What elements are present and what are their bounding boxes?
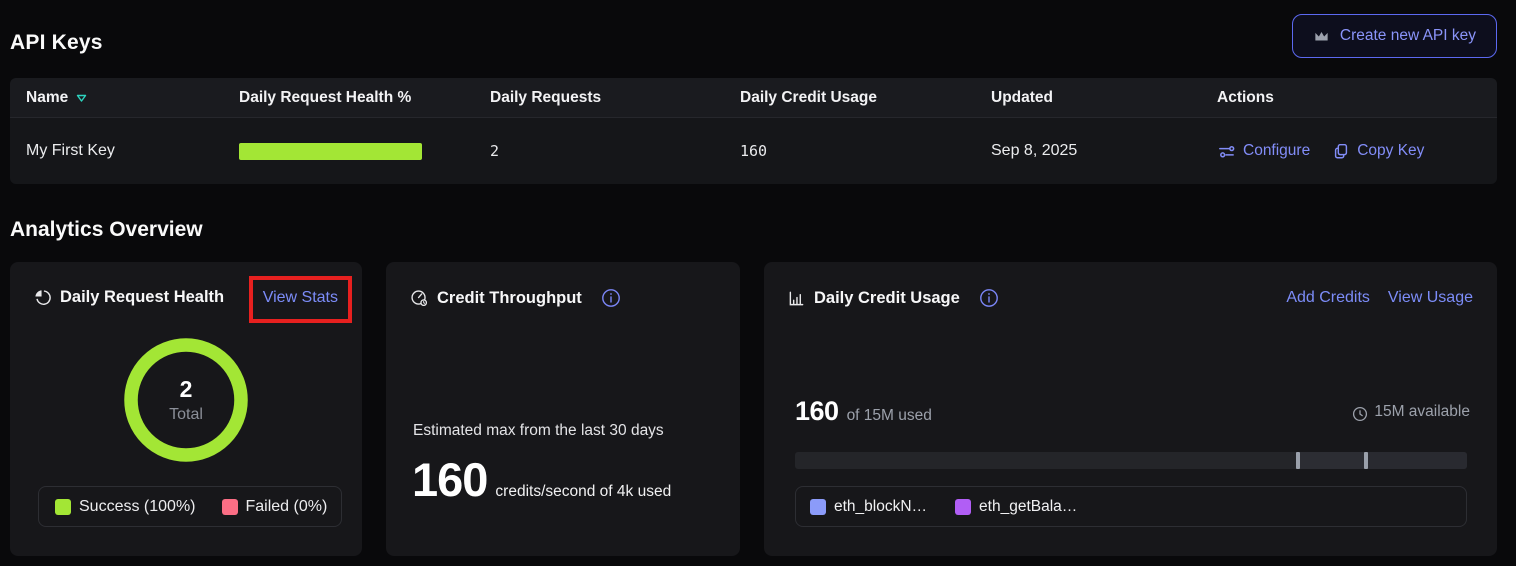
- usage-threshold-marker: [1364, 452, 1368, 469]
- copy-key-label: Copy Key: [1357, 142, 1424, 160]
- success-swatch: [55, 499, 71, 515]
- column-header-name-label: Name: [26, 89, 68, 107]
- crown-icon: [1313, 28, 1330, 45]
- column-header-daily-requests: Daily Requests: [490, 89, 740, 107]
- view-usage-link[interactable]: View Usage: [1388, 289, 1473, 307]
- table-header-row: Name Daily Request Health % Daily Reques…: [10, 78, 1497, 118]
- success-legend-label: Success (100%): [79, 498, 196, 516]
- configure-link[interactable]: Configure: [1217, 142, 1310, 161]
- failed-legend-label: Failed (0%): [246, 498, 328, 516]
- copy-key-link[interactable]: Copy Key: [1332, 142, 1424, 160]
- create-api-key-button[interactable]: Create new API key: [1292, 14, 1497, 58]
- info-icon[interactable]: [979, 288, 999, 308]
- table-row: My First Key 2 160 Sep 8, 2025 Configure…: [10, 118, 1497, 184]
- credit-usage-progress-bar: [795, 452, 1467, 469]
- updated-value: Sep 8, 2025: [991, 142, 1217, 160]
- credits-available: 15M available: [1352, 403, 1470, 421]
- legend-item-eth-getbalance: eth_getBala…: [955, 498, 1077, 516]
- throughput-unit-label: credits/second of 4k used: [495, 483, 671, 501]
- throughput-subtitle: Estimated max from the last 30 days: [413, 422, 664, 440]
- page-title: API Keys: [10, 31, 103, 55]
- column-header-name[interactable]: Name: [26, 89, 239, 107]
- legend-item-success: Success (100%): [55, 498, 196, 516]
- daily-requests-value: 2: [490, 142, 740, 160]
- bar-chart-icon: [788, 290, 805, 307]
- gauge-icon: [410, 289, 428, 307]
- eth-getbalance-swatch: [955, 499, 971, 515]
- credit-usage-legend: eth_blockN… eth_getBala…: [795, 486, 1467, 527]
- health-percent-bar: [239, 143, 422, 160]
- view-stats-link[interactable]: View Stats: [263, 289, 338, 307]
- actions-cell: Configure Copy Key: [1217, 142, 1497, 161]
- column-header-daily-credit-usage: Daily Credit Usage: [740, 89, 991, 107]
- throughput-value: 160: [412, 454, 487, 506]
- eth-getbalance-label: eth_getBala…: [979, 498, 1077, 516]
- daily-credit-usage-title: Daily Credit Usage: [814, 289, 960, 308]
- info-icon[interactable]: [601, 288, 621, 308]
- sort-descending-icon[interactable]: [76, 94, 87, 103]
- credit-throughput-card: Credit Throughput Estimated max from the…: [386, 262, 740, 556]
- daily-credit-usage-card: Daily Credit Usage Add Credits View Usag…: [764, 262, 1497, 556]
- credits-used-value: 160: [795, 396, 839, 427]
- api-key-name: My First Key: [26, 142, 239, 160]
- credits-available-label: 15M available: [1374, 403, 1470, 421]
- pie-chart-icon: [34, 289, 51, 306]
- credit-throughput-title: Credit Throughput: [437, 289, 582, 308]
- donut-total-label: Total: [169, 406, 203, 424]
- daily-credit-usage-value: 160: [740, 142, 991, 160]
- configure-label: Configure: [1243, 142, 1310, 160]
- add-credits-link[interactable]: Add Credits: [1286, 289, 1370, 307]
- eth-blocknumber-label: eth_blockN…: [834, 498, 927, 516]
- sliders-icon: [1217, 142, 1236, 161]
- copy-icon: [1332, 142, 1350, 160]
- daily-request-health-card: Daily Request Health View Stats 2 Total …: [10, 262, 362, 556]
- failed-swatch: [222, 499, 238, 515]
- column-header-health: Daily Request Health %: [239, 89, 490, 107]
- request-health-legend: Success (100%) Failed (0%): [38, 486, 342, 527]
- legend-item-eth-blocknumber: eth_blockN…: [810, 498, 927, 516]
- dashboard-page: API Keys Create new API key Name Daily R…: [0, 0, 1516, 566]
- eth-blocknumber-swatch: [810, 499, 826, 515]
- column-header-actions: Actions: [1217, 89, 1497, 107]
- donut-total-value: 2: [180, 376, 193, 403]
- analytics-overview-title: Analytics Overview: [10, 218, 203, 242]
- daily-request-health-title: Daily Request Health: [60, 288, 224, 307]
- usage-threshold-marker: [1296, 452, 1300, 469]
- request-health-donut-chart: 2 Total: [124, 338, 248, 462]
- clock-icon: [1352, 406, 1368, 422]
- api-keys-table: Name Daily Request Health % Daily Reques…: [10, 78, 1497, 184]
- legend-item-failed: Failed (0%): [222, 498, 328, 516]
- column-header-updated: Updated: [991, 89, 1217, 107]
- credits-used-label: of 15M used: [847, 407, 932, 425]
- create-api-key-label: Create new API key: [1340, 27, 1476, 45]
